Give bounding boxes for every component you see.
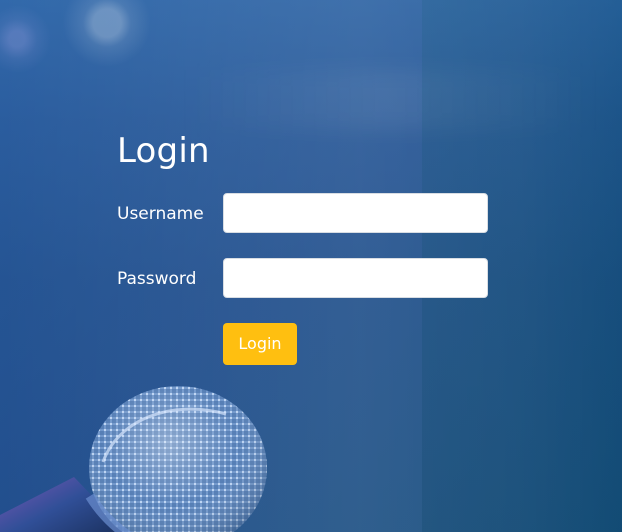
login-title: Login — [117, 131, 210, 171]
username-input[interactable] — [223, 193, 488, 233]
password-label: Password — [117, 269, 197, 289]
username-label: Username — [117, 204, 204, 224]
password-row: Password — [117, 258, 490, 300]
login-form: Login Username Password Login — [117, 131, 497, 365]
login-button[interactable]: Login — [223, 323, 297, 365]
username-row: Username — [117, 193, 490, 235]
microphone-image — [0, 386, 267, 532]
password-input[interactable] — [223, 258, 488, 298]
